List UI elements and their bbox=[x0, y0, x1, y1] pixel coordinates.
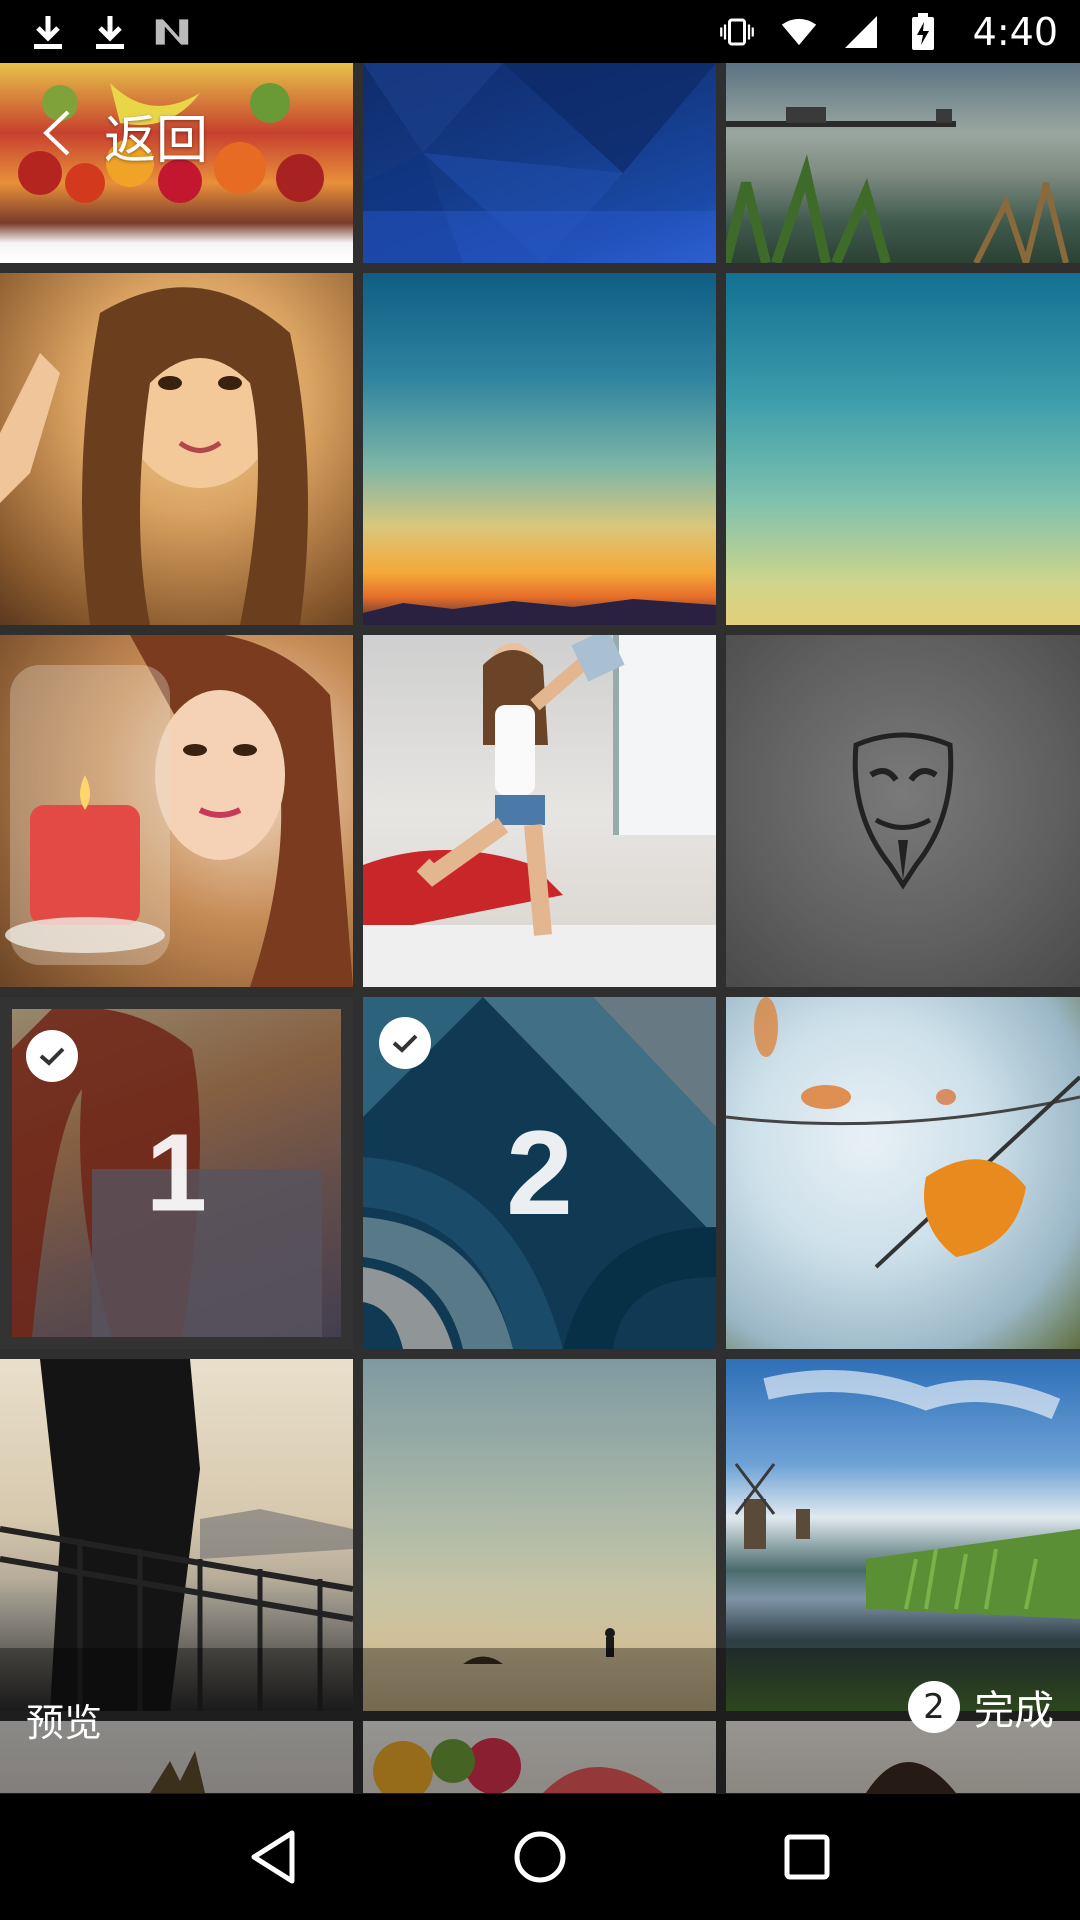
photo-autumn-leaf[interactable] bbox=[726, 997, 1080, 1349]
download-icon bbox=[92, 14, 128, 50]
photo-mask-gray[interactable] bbox=[726, 635, 1080, 987]
clock: 4:40 bbox=[972, 9, 1058, 54]
chevron-left-icon bbox=[40, 108, 74, 162]
nav-back-icon[interactable] bbox=[233, 1817, 313, 1897]
nav-recents-icon[interactable] bbox=[767, 1817, 847, 1897]
photo-grid: 1 2 bbox=[0, 63, 1080, 1793]
photo-blue-polygons[interactable] bbox=[363, 63, 716, 263]
signal-icon bbox=[843, 14, 879, 50]
selection-order: 1 bbox=[145, 1111, 208, 1235]
checkmark-icon[interactable] bbox=[379, 1017, 431, 1069]
checkmark-icon[interactable] bbox=[26, 1030, 78, 1082]
back-label: 返回 bbox=[104, 110, 209, 171]
photo-woman-selfie[interactable] bbox=[0, 273, 353, 625]
wifi-icon bbox=[781, 14, 817, 50]
photo-woman-candle[interactable] bbox=[0, 635, 353, 987]
photo-sunset-gradient[interactable] bbox=[363, 273, 716, 625]
back-button[interactable]: 返回 bbox=[40, 95, 208, 175]
battery-charging-icon bbox=[905, 12, 941, 50]
selection-order: 2 bbox=[506, 1106, 573, 1240]
photo-blue-arcs[interactable]: 2 bbox=[363, 997, 716, 1349]
photo-lake-pier[interactable] bbox=[726, 63, 1080, 263]
status-bar: 4:40 bbox=[0, 0, 1080, 63]
n-logo-icon bbox=[154, 14, 190, 50]
selected-count-badge: 2 bbox=[908, 1681, 960, 1733]
done-label: 完成 bbox=[974, 1688, 1054, 1734]
nav-home-icon[interactable] bbox=[500, 1817, 580, 1897]
photo-teal-gradient[interactable] bbox=[726, 273, 1080, 625]
photo-woman-bedroom[interactable] bbox=[363, 635, 716, 987]
photo-redhead-woman[interactable]: 1 bbox=[0, 997, 353, 1349]
vibrate-icon bbox=[719, 14, 755, 50]
selection-action-bar: 预览 2 完成 bbox=[0, 1648, 1080, 1794]
download-icon bbox=[30, 14, 66, 50]
done-button[interactable]: 2 完成 bbox=[908, 1678, 1054, 1736]
preview-button[interactable]: 预览 bbox=[26, 1692, 102, 1747]
navigation-bar bbox=[0, 1794, 1080, 1920]
photo-picker-screen: 4:40 1 2 返回 预览 2 完成 bbox=[0, 0, 1080, 1920]
